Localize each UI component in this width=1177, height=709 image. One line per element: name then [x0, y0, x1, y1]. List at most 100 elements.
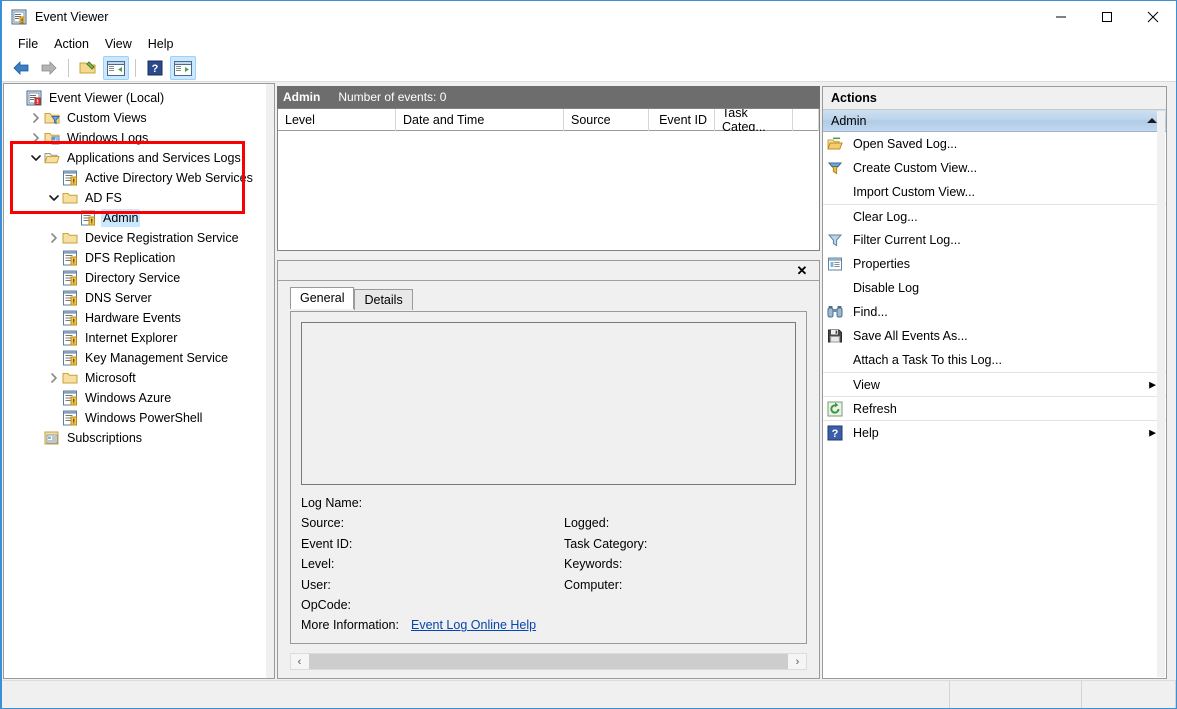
action-refresh[interactable]: Refresh — [823, 396, 1166, 420]
column-header-blank[interactable] — [793, 109, 819, 131]
menu-help[interactable]: Help — [140, 34, 182, 54]
folder-icon — [62, 190, 78, 206]
action-disable-log[interactable]: Disable Log — [823, 276, 1166, 300]
detail-field-label-right: Logged: — [564, 516, 610, 531]
action-find[interactable]: Find... — [823, 300, 1166, 324]
action-import-custom-view[interactable]: Import Custom View... — [823, 180, 1166, 204]
tree-item-dns-server[interactable]: DNS Server — [4, 288, 266, 308]
tree-item-directory-service[interactable]: Directory Service — [4, 268, 266, 288]
scroll-left-icon[interactable]: ‹ — [291, 654, 308, 669]
action-attach-a-task-to-this-log[interactable]: Attach a Task To this Log... — [823, 348, 1166, 372]
close-button[interactable] — [1130, 1, 1176, 32]
more-information-label: More Information: — [301, 618, 399, 633]
column-header-date-and-time[interactable]: Date and Time — [396, 109, 564, 131]
tree-item-admin[interactable]: Admin — [4, 208, 266, 228]
forward-button[interactable] — [36, 56, 62, 80]
detail-field-label-left: Source: — [301, 516, 345, 531]
action-view[interactable]: View ▶ — [823, 372, 1166, 396]
show-console-tree-button[interactable] — [103, 56, 129, 80]
detail-topbar: ✕ — [278, 261, 819, 281]
tree-item-windows-azure[interactable]: Windows Azure — [4, 388, 266, 408]
chevron-right-icon[interactable] — [28, 130, 44, 146]
menu-action[interactable]: Action — [46, 34, 97, 54]
action-help[interactable]: ? Help ▶ — [823, 420, 1166, 444]
column-header-task-categ[interactable]: Task Categ... — [715, 109, 793, 131]
action-filter-current-log[interactable]: Filter Current Log... — [823, 228, 1166, 252]
detail-horizontal-scrollbar[interactable]: ‹ › — [290, 653, 807, 670]
svg-text:?: ? — [152, 63, 159, 75]
window-controls — [1038, 1, 1176, 32]
tree-item-active-directory-web-services[interactable]: Active Directory Web Services — [4, 168, 266, 188]
action-create-custom-view[interactable]: Create Custom View... — [823, 156, 1166, 180]
actions-title: Actions — [823, 87, 1166, 110]
action-label: Save All Events As... — [853, 329, 968, 343]
tree-item-label: Key Management Service — [85, 351, 229, 365]
action-open-saved-log[interactable]: Open Saved Log... — [823, 132, 1166, 156]
action-properties[interactable]: Properties — [823, 252, 1166, 276]
actions-vertical-scrollbar[interactable] — [1157, 111, 1165, 677]
tab-general[interactable]: General — [290, 287, 355, 309]
open-folder-icon — [827, 136, 849, 152]
back-button[interactable] — [8, 56, 34, 80]
event-log-online-help-link[interactable]: Event Log Online Help — [411, 618, 536, 632]
tree-item-label: Directory Service — [85, 271, 181, 285]
tree-vertical-scrollbar[interactable] — [266, 84, 274, 678]
close-icon[interactable]: ✕ — [794, 263, 810, 279]
tab-details[interactable]: Details — [354, 289, 413, 310]
action-icon-placeholder — [827, 184, 849, 200]
tree-item-windows-powershell[interactable]: Windows PowerShell — [4, 408, 266, 428]
column-header-level[interactable]: Level — [278, 109, 396, 131]
chevron-down-icon[interactable] — [28, 150, 44, 166]
open-folder-button[interactable] — [75, 56, 101, 80]
menu-file[interactable]: File — [10, 34, 46, 54]
tree-item-event-viewer-local[interactable]: Event Viewer (Local) — [4, 88, 266, 108]
chevron-down-icon[interactable] — [46, 190, 62, 206]
action-icon-placeholder — [827, 209, 849, 225]
tree-item-ad-fs[interactable]: AD FS — [4, 188, 266, 208]
log-icon — [62, 310, 78, 326]
tree-item-label: DFS Replication — [85, 251, 176, 265]
help-button[interactable]: ? — [142, 56, 168, 80]
log-icon — [62, 390, 78, 406]
tree-item-microsoft[interactable]: Microsoft — [4, 368, 266, 388]
chevron-right-icon[interactable] — [46, 230, 62, 246]
detail-field-label-left: Level: — [301, 557, 335, 572]
tree-item-device-registration-service[interactable]: Device Registration Service — [4, 228, 266, 248]
detail-field-label-left: User: — [301, 577, 331, 592]
tree-item-subscriptions[interactable]: Subscriptions — [4, 428, 266, 448]
scroll-right-icon[interactable]: › — [789, 654, 806, 669]
tree-item-key-management-service[interactable]: Key Management Service — [4, 348, 266, 368]
show-action-pane-button[interactable] — [170, 56, 196, 80]
minimize-button[interactable] — [1038, 1, 1084, 32]
events-column-header: Level Date and Time Source Event ID Task Cat… — [278, 109, 819, 131]
action-label: Clear Log... — [853, 209, 918, 224]
action-save-all-events-as[interactable]: Save All Events As... — [823, 324, 1166, 348]
column-header-event-id[interactable]: Event ID — [649, 109, 715, 131]
tree-item-hardware-events[interactable]: Hardware Events — [4, 308, 266, 328]
console-tree-panel: Event Viewer (Local) Custom Views Windows … — [3, 83, 275, 679]
column-header-source[interactable]: Source — [564, 109, 649, 131]
chevron-right-icon[interactable] — [46, 370, 62, 386]
maximize-button[interactable] — [1084, 1, 1130, 32]
tree-item-label: Active Directory Web Services — [85, 171, 253, 185]
detail-vertical-scrollbar[interactable] — [810, 285, 818, 650]
menu-view[interactable]: View — [97, 34, 140, 54]
scroll-thumb[interactable] — [309, 654, 788, 669]
tree-item-label: Microsoft — [85, 371, 136, 385]
event-viewer-icon — [11, 9, 27, 25]
tree-item-custom-views[interactable]: Custom Views — [4, 108, 266, 128]
tree-item-label: Device Registration Service — [85, 231, 239, 245]
window-title: Event Viewer — [35, 9, 109, 24]
tree-item-internet-explorer[interactable]: Internet Explorer — [4, 328, 266, 348]
actions-group-header[interactable]: Admin — [823, 110, 1166, 132]
chevron-right-icon[interactable] — [28, 110, 44, 126]
action-clear-log[interactable]: Clear Log... — [823, 204, 1166, 228]
tree-item-label: Applications and Services Logs — [67, 151, 241, 165]
tree-item-dfs-replication[interactable]: DFS Replication — [4, 248, 266, 268]
actions-list: Open Saved Log... Create Custom View... Im… — [823, 132, 1166, 444]
tree-item-applications-and-services-logs[interactable]: Applications and Services Logs — [4, 148, 266, 168]
tree-item-windows-logs[interactable]: Windows Logs — [4, 128, 266, 148]
detail-field-row: Event ID: Task Category: — [301, 537, 796, 557]
